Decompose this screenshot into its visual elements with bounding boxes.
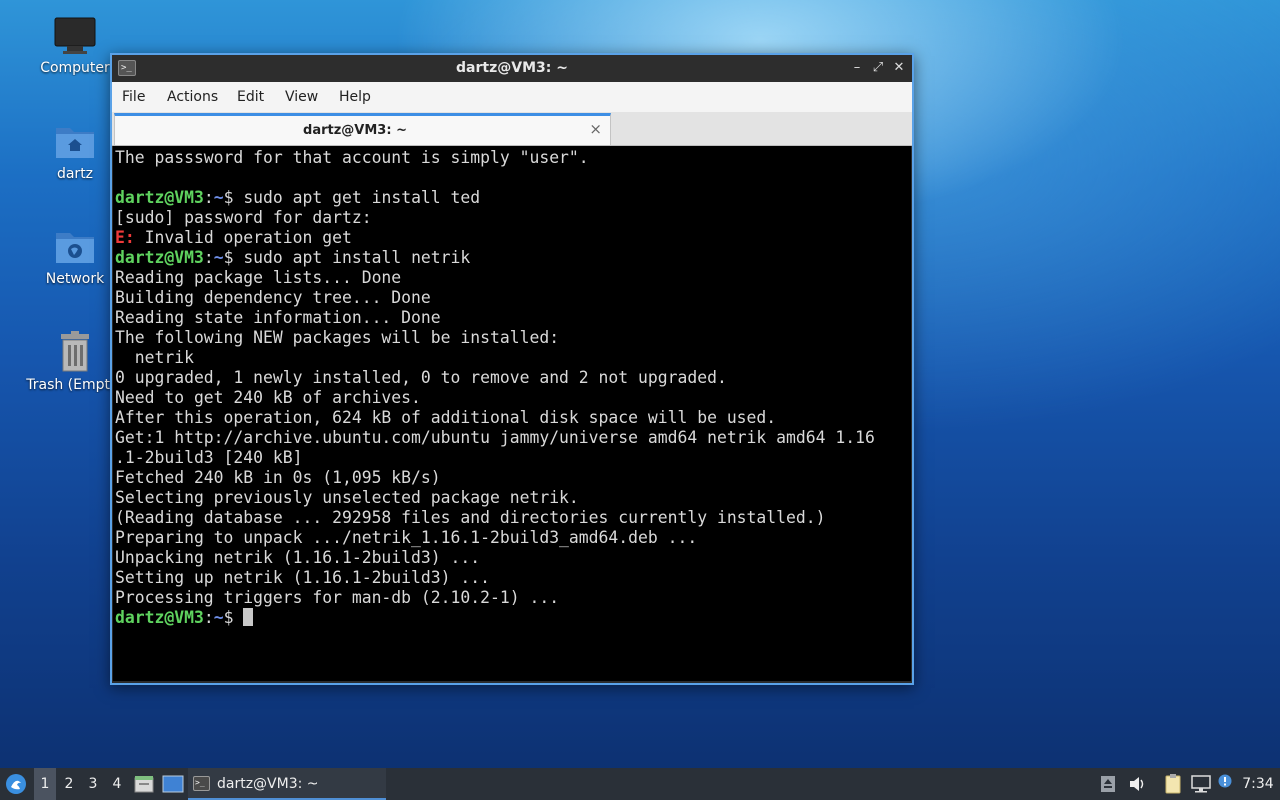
window-title: dartz@VM3: ~ [456, 60, 568, 76]
tab-title: dartz@VM3: ~ [303, 123, 407, 138]
prompt-user: dartz@VM3 [115, 188, 204, 207]
terminal-line: (Reading database ... 292958 files and d… [115, 508, 826, 527]
terminal-line: .1-2build3 [240 kB] [115, 448, 303, 467]
terminal-line: netrik [115, 348, 194, 367]
terminal-line: Need to get 240 kB of archives. [115, 388, 421, 407]
network-icon [1191, 775, 1211, 793]
home-folder-icon [56, 128, 94, 158]
desktop-icon [162, 775, 184, 793]
close-icon[interactable]: ✕ [890, 58, 908, 78]
prompt-separator: : [203, 248, 214, 267]
terminal-line: After this operation, 624 kB of addition… [115, 408, 777, 427]
trash-icon [61, 331, 89, 372]
taskbar: 1 2 3 4 >_ dartz@VM3: ~ 7:34 [0, 768, 1280, 800]
prompt-dollar: $ [223, 188, 244, 207]
terminal-line: Preparing to unpack .../netrik_1.16.1-2b… [115, 528, 698, 547]
prompt-dollar: $ [223, 248, 244, 267]
tray-notification[interactable] [1216, 768, 1234, 800]
terminal-line: [sudo] password for dartz: [115, 208, 372, 227]
menu-help[interactable]: Help [339, 89, 371, 105]
file-manager-icon [134, 776, 154, 793]
taskbar-task-title: dartz@VM3: ~ [217, 776, 319, 792]
tab-terminal[interactable]: dartz@VM3: ~ × [114, 113, 611, 145]
tray-clipboard[interactable] [1162, 768, 1184, 800]
menu-edit[interactable]: Edit [237, 89, 264, 105]
terminal-line: The following NEW packages will be insta… [115, 328, 560, 347]
menu-bar: File Actions Edit View Help [112, 82, 912, 112]
computer-icon [54, 17, 96, 54]
terminal-line: dartz@VM3:~$ sudo apt install netrik [115, 248, 909, 268]
error-message: Invalid operation get [134, 228, 352, 247]
terminal-line: E: Invalid operation get [115, 228, 909, 248]
start-menu-button[interactable] [3, 768, 29, 800]
tab-close-icon[interactable]: × [589, 120, 602, 138]
terminal-line: Reading state information... Done [115, 308, 441, 327]
network-folder-icon [56, 233, 94, 263]
prompt-user: dartz@VM3 [115, 248, 204, 267]
info-notification-icon [1218, 774, 1232, 788]
terminal-line: Unpacking netrik (1.16.1-2build3) ... [115, 548, 481, 567]
clock[interactable]: 7:34 [1240, 768, 1276, 800]
terminal-line: dartz@VM3:~$ sudo apt get install ted [115, 188, 909, 208]
command-text: sudo apt get install ted [243, 188, 481, 207]
workspace-1[interactable]: 1 [34, 768, 56, 800]
terminal-line: dartz@VM3:~$ [115, 608, 909, 628]
prompt-path: ~ [213, 248, 224, 267]
eject-icon [1101, 776, 1115, 792]
terminal-line: Selecting previously unselected package … [115, 488, 579, 507]
terminal-line: The passsword for that account is simply… [115, 148, 589, 167]
terminal-line: Building dependency tree... Done [115, 288, 431, 307]
show-desktop-launcher[interactable] [161, 768, 185, 800]
maximize-icon[interactable]: ⤢ [869, 58, 887, 78]
prompt-separator: : [203, 188, 214, 207]
error-prefix: E: [115, 228, 135, 247]
menu-actions[interactable]: Actions [167, 89, 218, 105]
terminal-output[interactable]: The passsword for that account is simply… [113, 146, 911, 681]
prompt-user: dartz@VM3 [115, 608, 204, 627]
terminal-cursor [243, 608, 254, 626]
volume-icon [1130, 777, 1144, 791]
terminal-line: Fetched 240 kB in 0s (1,095 kB/s) [115, 468, 441, 487]
tray-eject[interactable] [1098, 768, 1118, 800]
prompt-path: ~ [213, 188, 224, 207]
terminal-line: Reading package lists... Done [115, 268, 402, 287]
tray-volume[interactable] [1126, 768, 1148, 800]
terminal-window: >_ dartz@VM3: ~ – ⤢ ✕ File Actions Edit … [110, 53, 914, 685]
prompt-path: ~ [213, 608, 224, 627]
workspace-3[interactable]: 3 [82, 768, 104, 800]
prompt-dollar: $ [223, 608, 244, 627]
terminal-line: Processing triggers for man-db (2.10.2-1… [115, 588, 560, 607]
file-manager-launcher[interactable] [133, 768, 155, 800]
terminal-line: Get:1 http://archive.ubuntu.com/ubuntu j… [115, 428, 875, 447]
app-menu-icon [6, 774, 26, 794]
tray-network[interactable] [1190, 768, 1212, 800]
clipboard-icon [1165, 774, 1181, 794]
terminal-line: 0 upgraded, 1 newly installed, 0 to remo… [115, 368, 727, 387]
tab-bar: dartz@VM3: ~ × [112, 112, 912, 146]
terminal-line: Setting up netrik (1.16.1-2build3) ... [115, 568, 490, 587]
window-titlebar[interactable]: >_ dartz@VM3: ~ – ⤢ ✕ [112, 55, 912, 82]
prompt-separator: : [203, 608, 214, 627]
workspace-2[interactable]: 2 [58, 768, 80, 800]
workspace-4[interactable]: 4 [106, 768, 128, 800]
taskbar-task-terminal[interactable]: >_ dartz@VM3: ~ [188, 768, 386, 800]
menu-file[interactable]: File [122, 89, 145, 105]
menu-view[interactable]: View [285, 89, 318, 105]
terminal-task-icon: >_ [193, 776, 210, 791]
command-text: sudo apt install netrik [243, 248, 471, 267]
minimize-icon[interactable]: – [848, 58, 866, 78]
